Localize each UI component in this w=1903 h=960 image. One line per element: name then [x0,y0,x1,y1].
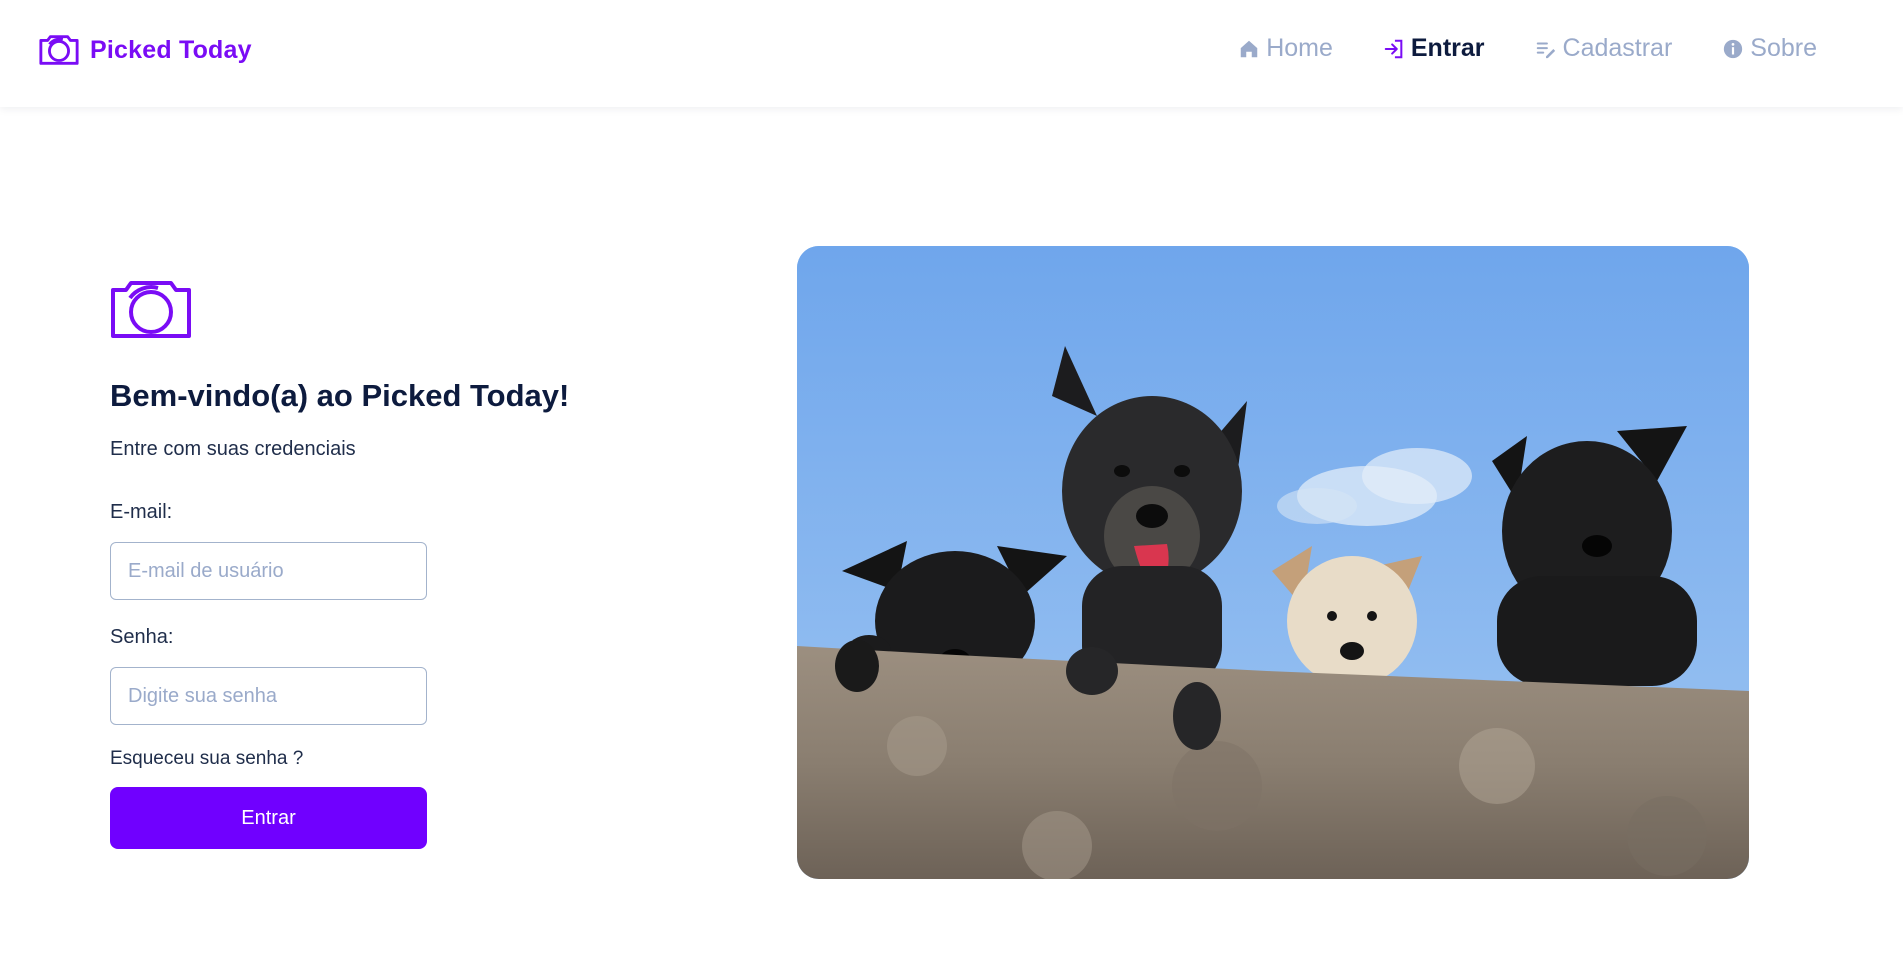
page-title: Bem-vindo(a) ao Picked Today! [110,378,570,413]
nav-item-label: Cadastrar [1562,34,1673,62]
login-button[interactable]: Entrar [110,787,427,849]
nav-item-label: Home [1266,34,1333,62]
password-label: Senha: [110,626,174,648]
nav-item-label: Entrar [1410,34,1485,62]
forgot-password-link[interactable]: Esqueceu sua senha ? [110,748,670,770]
nav-item-sobre[interactable]: Sobre [1722,34,1817,63]
nav-item-cadastrar[interactable]: Cadastrar [1535,34,1673,63]
email-label: E-mail: [110,501,173,523]
top-navbar: Picked Today Home Entrar Cadastrar Sobre [0,0,1903,107]
nav-item-home[interactable]: Home [1238,34,1333,63]
email-field[interactable] [110,542,427,600]
nav-item-entrar[interactable]: Entrar [1383,34,1485,63]
camera-icon [39,35,79,65]
main-nav: Home Entrar Cadastrar Sobre [1188,34,1817,63]
nav-item-label: Sobre [1750,34,1817,62]
dogs-over-wall-illustration [797,246,1749,879]
info-icon [1724,39,1743,58]
home-icon [1240,40,1258,57]
password-field[interactable] [110,667,427,725]
brand-name: Picked Today [90,35,252,64]
brand-logo-link[interactable]: Picked Today [38,34,252,66]
page-subtitle: Entre com suas credenciais [110,438,356,460]
login-icon [1384,39,1403,58]
login-panel: Bem-vindo(a) ao Picked Today! Entre com … [110,280,670,849]
register-icon [1536,41,1555,58]
camera-icon [111,281,191,338]
hero-photo [797,246,1749,879]
